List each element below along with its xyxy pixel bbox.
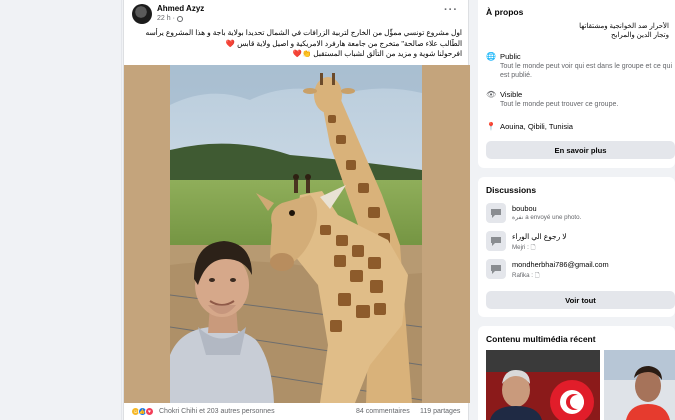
discussion-subtitle: Mejri : 🗋	[512, 244, 536, 251]
learn-more-button[interactable]: En savoir plus	[486, 141, 675, 159]
media-thumbnail-image	[604, 350, 675, 420]
love-reaction-icon: ♥	[145, 407, 154, 416]
discussion-item[interactable]: لا رجوع الي الوراء Mejri : 🗋	[486, 231, 675, 251]
discussion-subtitle: Rafika : 🗋	[512, 272, 540, 279]
location-text[interactable]: Aouina, Qibili, Tunisia	[500, 122, 573, 131]
shares-count[interactable]: 119 partages	[420, 408, 460, 415]
photo-frame	[124, 65, 470, 403]
post-photo[interactable]	[170, 65, 422, 403]
privacy-description: Tout le monde peut voir qui est dans le …	[500, 63, 672, 79]
post-footer: ☺ 👍 ♥ Chokri Chihi et 203 autres personn…	[124, 403, 470, 420]
media-thumbnail[interactable]	[486, 350, 600, 420]
post-text-line: اول مشروع تونسي ممؤّل من الخارج لتربية ا…	[145, 28, 462, 37]
author-name[interactable]: Ahmed Azyz	[157, 4, 204, 13]
post-text-line: الطّالب علاء صالحة" متخرج من جامعة هارفر…	[225, 38, 462, 48]
author-avatar[interactable]	[132, 4, 152, 24]
post-time[interactable]: 22 h ·	[157, 15, 175, 22]
more-options-button[interactable]: ···	[444, 4, 458, 16]
left-gutter	[0, 0, 122, 420]
post-meta: 22 h ·	[157, 15, 183, 22]
location-pin-icon: 📍	[486, 122, 496, 131]
media-thumbnail[interactable]	[604, 350, 675, 420]
about-card: À propos الأحرار ضد الخوانجية ومشتقاتها …	[478, 0, 675, 168]
discussion-title: mondherbhai786@gmail.com	[512, 260, 609, 269]
discussion-item[interactable]: mondherbhai786@gmail.com Rafika : 🗋	[486, 259, 675, 279]
reaction-icons[interactable]: ☺ 👍 ♥	[131, 407, 154, 416]
chat-icon	[486, 203, 506, 223]
right-sidebar: À propos الأحرار ضد الخوانجية ومشتقاتها …	[478, 0, 675, 420]
visibility-title: Visible	[500, 90, 523, 99]
recent-media-card: Contenu multimédia récent	[478, 326, 675, 420]
post-text-line: افرحولنا شوية و مزيد من التألق لشباب الم…	[292, 49, 462, 58]
reactors-text[interactable]: Chokri Chihi et 203 autres personnes	[159, 408, 275, 415]
group-post: Ahmed Azyz 22 h · ··· اول مشروع تونسي مم…	[123, 0, 470, 420]
post-header: Ahmed Azyz 22 h · ···	[124, 0, 470, 28]
about-description-line: وتجار الدين والمرابح	[610, 32, 669, 39]
discussions-title: Discussions	[486, 185, 537, 195]
discussion-title: boubou	[512, 204, 537, 213]
discussion-item[interactable]: boubou نفرة a envoyé une photo.	[486, 203, 675, 223]
visibility-description: Tout le monde peut trouver ce groupe.	[500, 101, 619, 108]
globe-icon	[176, 15, 183, 22]
about-description-line: الأحرار ضد الخوانجية ومشتقاتها	[579, 23, 669, 30]
media-title: Contenu multimédia récent	[486, 334, 596, 344]
post-text: اول مشروع تونسي ممؤّل من الخارج لتربية ا…	[132, 28, 462, 60]
see-all-button[interactable]: Voir tout	[486, 291, 675, 309]
giraffe-selfie-image	[170, 65, 422, 403]
chat-icon	[486, 259, 506, 279]
about-description: الأحرار ضد الخوانجية ومشتقاتها وتجار الد…	[484, 22, 669, 40]
discussions-card: Discussions boubou نفرة a envoyé une pho…	[478, 177, 675, 317]
discussion-title: لا رجوع الي الوراء	[512, 232, 567, 241]
eye-icon: 👁	[486, 90, 497, 99]
comments-count[interactable]: 84 commentaires	[356, 408, 410, 415]
media-thumbnail-image	[486, 350, 600, 420]
privacy-title: Public	[500, 52, 521, 61]
chat-icon	[486, 231, 506, 251]
discussion-subtitle: نفرة a envoyé une photo.	[512, 214, 582, 221]
globe-icon: 🌐	[486, 52, 496, 61]
about-title: À propos	[486, 7, 524, 17]
